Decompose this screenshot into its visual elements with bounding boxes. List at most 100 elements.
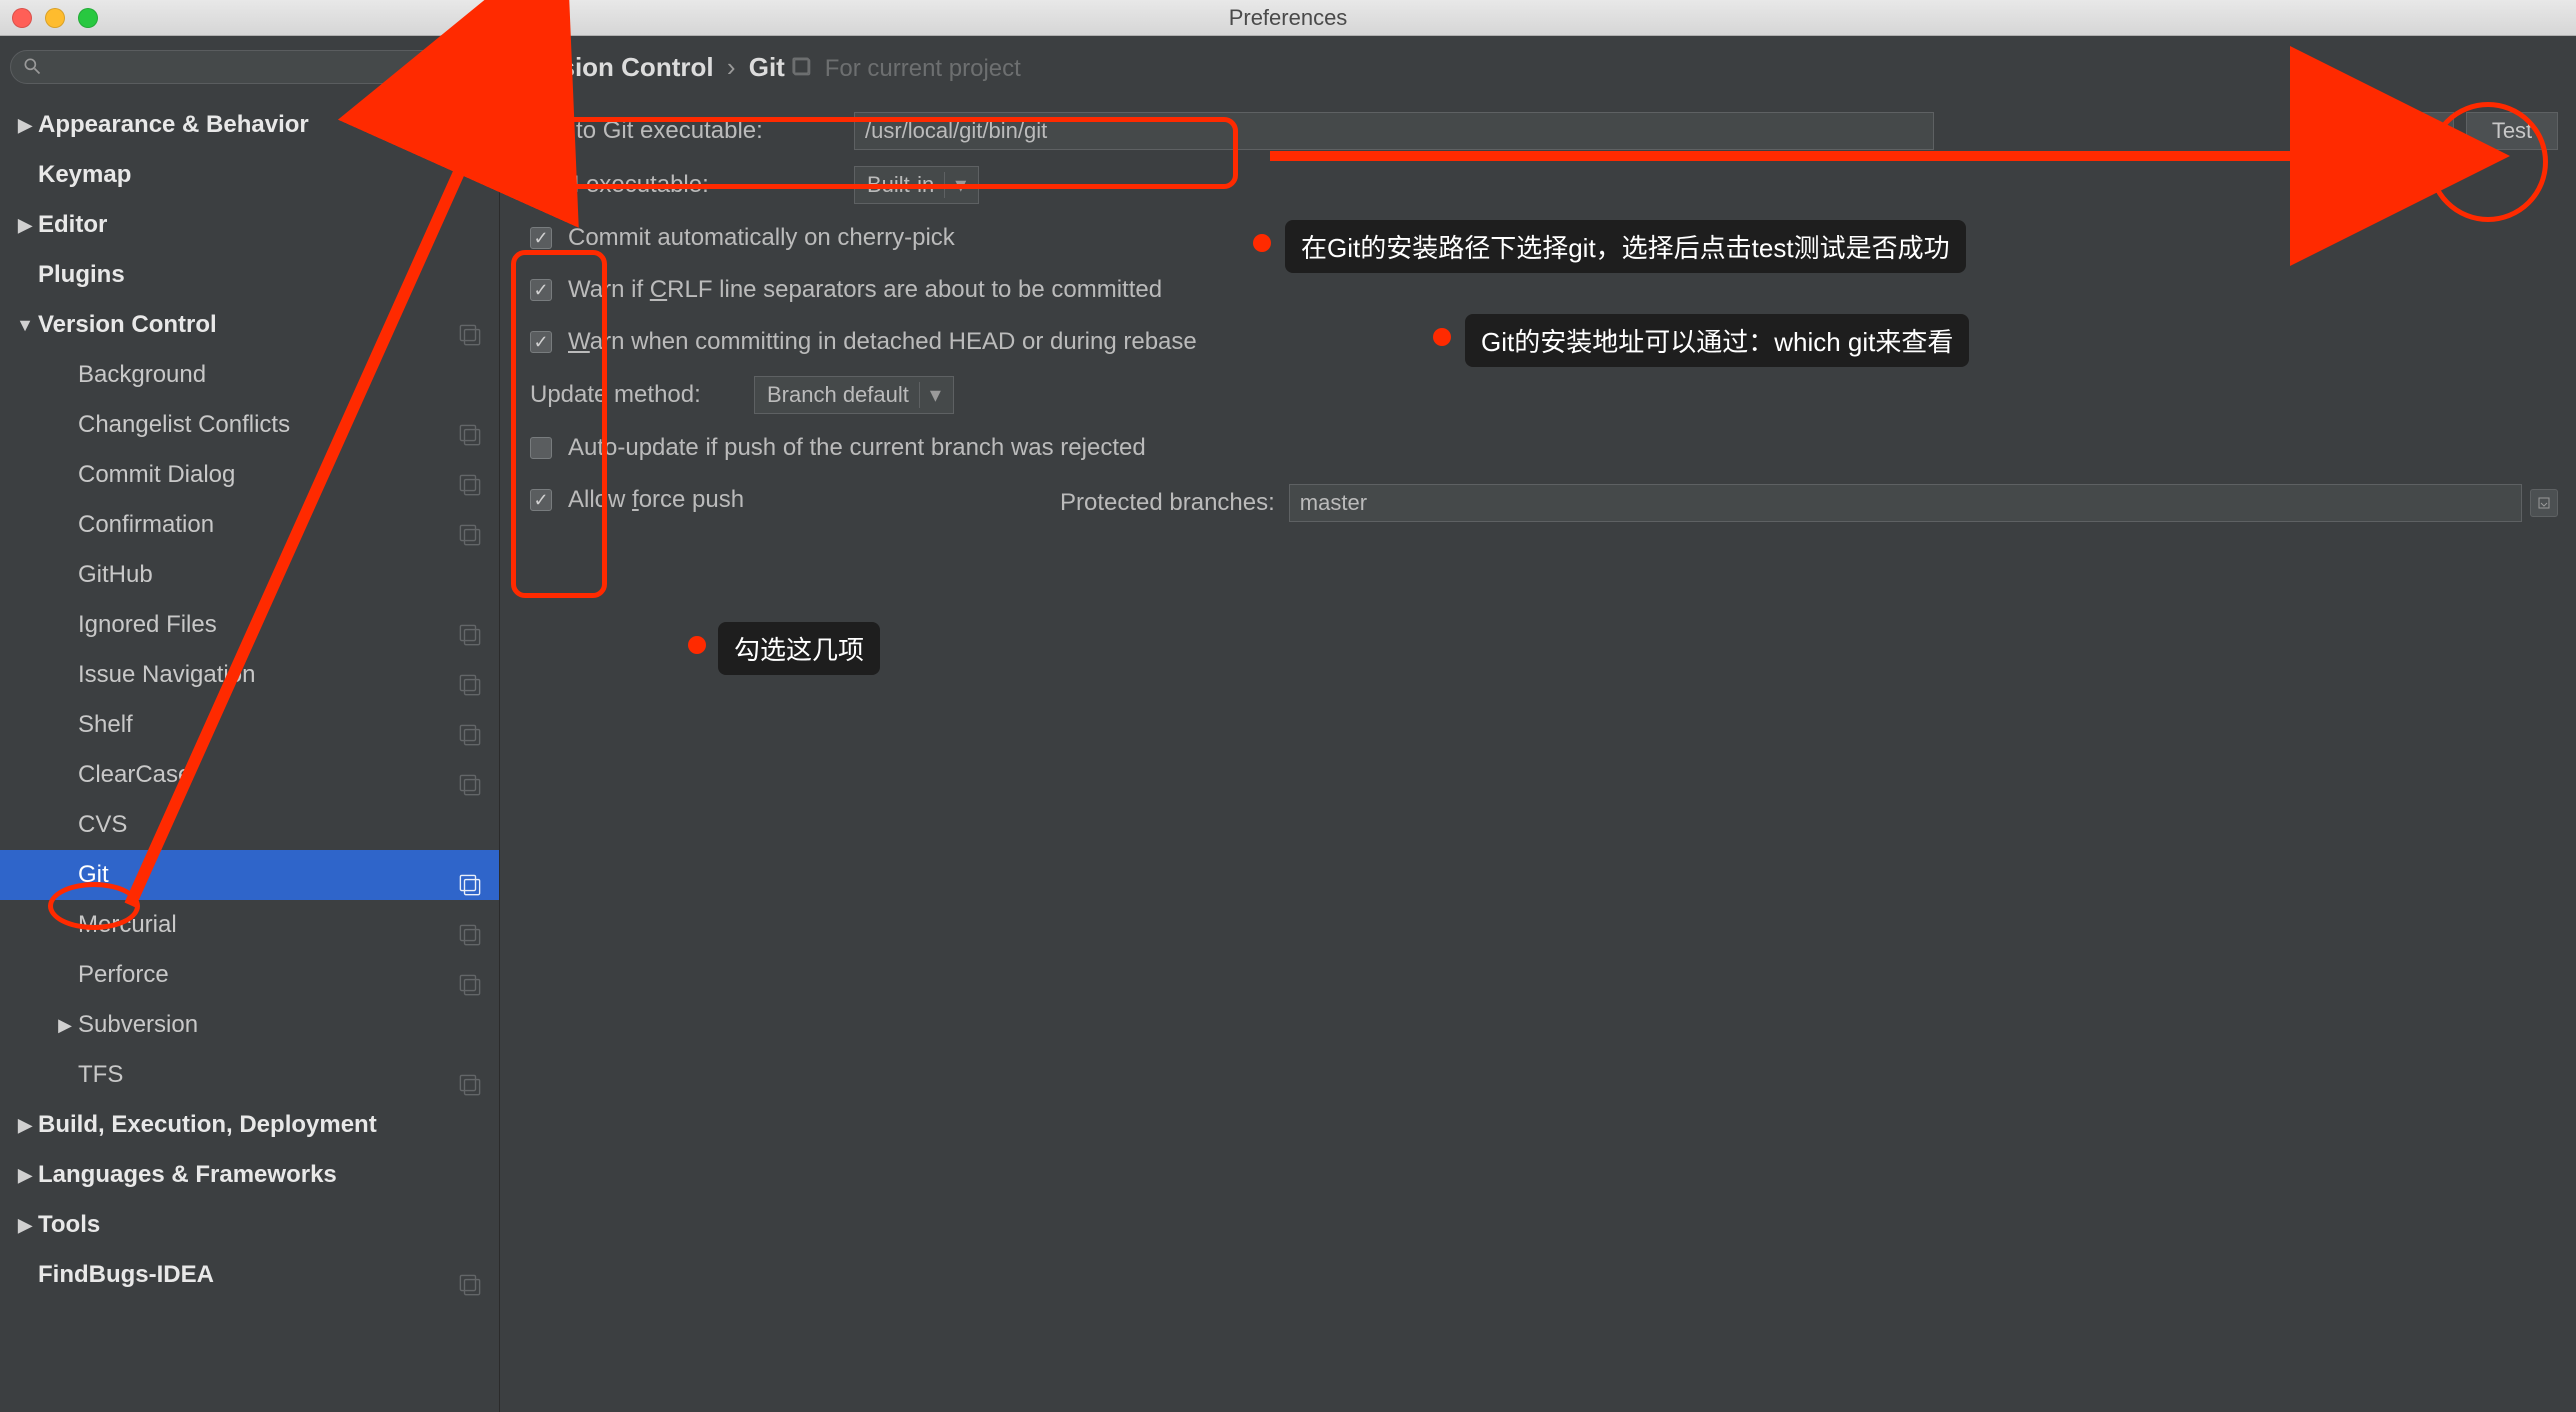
sidebar-item-version-control[interactable]: ▼Version Control [0, 300, 499, 350]
sidebar-item-label: Confirmation [78, 500, 214, 550]
checkbox-label: Warn when committing in detached HEAD or… [568, 328, 1197, 356]
ssh-label: SSH executable: [520, 171, 840, 199]
sidebar-item-label: Ignored Files [78, 600, 217, 650]
sidebar-item-cvs[interactable]: CVS [0, 800, 499, 850]
git-settings-form: Path to Git executable: ... Test SSH exe… [520, 104, 2558, 530]
expand-field-button[interactable] [2530, 489, 2558, 517]
sidebar-item-appearance-behavior[interactable]: ▶Appearance & Behavior [0, 100, 499, 150]
checkbox-row: Commit automatically on cherry-pick [520, 212, 2558, 264]
checkbox-label: Commit automatically on cherry-pick [568, 224, 955, 252]
checkbox[interactable] [530, 227, 552, 249]
checkbox[interactable] [530, 331, 552, 353]
sidebar-item-label: Mercurial [78, 900, 177, 950]
window-titlebar: Preferences [0, 0, 2576, 36]
sidebar-item-shelf[interactable]: Shelf [0, 700, 499, 750]
protected-branches-input[interactable] [1289, 484, 2522, 522]
project-scope-icon [459, 864, 481, 886]
update-method-value: Branch default [767, 382, 909, 408]
browse-button[interactable]: ... [2412, 112, 2454, 150]
chevron-down-icon: ▾ [919, 382, 945, 408]
sidebar-item-keymap[interactable]: Keymap [0, 150, 499, 200]
checkbox[interactable] [530, 489, 552, 511]
sidebar-item-findbugs-idea[interactable]: FindBugs-IDEA [0, 1250, 499, 1300]
sidebar-item-changelist-conflicts[interactable]: Changelist Conflicts [0, 400, 499, 450]
chevron-right-icon: ▶ [12, 100, 38, 150]
sidebar-item-build-execution-deployment[interactable]: ▶Build, Execution, Deployment [0, 1100, 499, 1150]
sidebar-item-editor[interactable]: ▶Editor [0, 200, 499, 250]
chevron-right-icon: ▶ [52, 1000, 78, 1050]
project-scope-icon [459, 1064, 481, 1086]
update-method-select[interactable]: Branch default ▾ [754, 376, 954, 414]
breadcrumb-scope: For current project [792, 55, 1021, 82]
checkbox-row: Warn if CRLF line separators are about t… [520, 264, 2558, 316]
project-scope-icon [459, 714, 481, 736]
sidebar-item-background[interactable]: Background [0, 350, 499, 400]
sidebar-item-label: CVS [78, 800, 127, 850]
chevron-right-icon: ▶ [12, 1150, 38, 1200]
breadcrumb-sep: › [721, 52, 742, 82]
sidebar-item-label: Languages & Frameworks [38, 1150, 337, 1200]
ssh-row: SSH executable: Built-in ▾ [520, 158, 2558, 212]
project-scope-icon [459, 1264, 481, 1286]
sidebar-item-github[interactable]: GitHub [0, 550, 499, 600]
window-title: Preferences [0, 5, 2576, 31]
test-button[interactable]: Test [2466, 112, 2558, 150]
sidebar-item-clearcase[interactable]: ClearCase [0, 750, 499, 800]
sidebar-item-label: Shelf [78, 700, 133, 750]
checkbox-label: Warn if CRLF line separators are about t… [568, 276, 1162, 304]
sidebar-item-perforce[interactable]: Perforce [0, 950, 499, 1000]
protected-branches-row: Protected branches: [1060, 476, 2558, 530]
sidebar-item-label: TFS [78, 1050, 123, 1100]
checkbox[interactable] [530, 437, 552, 459]
search-icon [22, 56, 42, 76]
path-label: Path to Git executable: [520, 117, 840, 145]
chevron-right-icon: ▶ [12, 1200, 38, 1250]
checkbox[interactable] [530, 279, 552, 301]
sidebar-item-git[interactable]: Git [0, 850, 499, 900]
project-scope-icon [792, 56, 812, 84]
sidebar-item-label: Appearance & Behavior [38, 100, 309, 150]
project-scope-icon [459, 764, 481, 786]
project-scope-icon [459, 614, 481, 636]
sidebar-item-issue-navigation[interactable]: Issue Navigation [0, 650, 499, 700]
chevron-down-icon: ▾ [944, 172, 970, 198]
checkbox-row: Auto-update if push of the current branc… [520, 422, 2558, 474]
sidebar-item-tools[interactable]: ▶Tools [0, 1200, 499, 1250]
project-scope-icon [459, 514, 481, 536]
sidebar-item-label: ClearCase [78, 750, 191, 800]
content-pane: Version Control › Git For current projec… [500, 36, 2576, 1412]
sidebar-item-label: FindBugs-IDEA [38, 1250, 214, 1300]
sidebar-item-label: Changelist Conflicts [78, 400, 290, 450]
breadcrumb-leaf: Git [749, 52, 785, 82]
search-input[interactable] [10, 50, 490, 84]
ssh-executable-select[interactable]: Built-in ▾ [854, 166, 979, 204]
chevron-right-icon: ▶ [12, 200, 38, 250]
checkbox-row: Warn when committing in detached HEAD or… [520, 316, 2558, 368]
git-path-input[interactable] [854, 112, 1934, 150]
sidebar-item-label: Plugins [38, 250, 125, 300]
sidebar-item-label: Commit Dialog [78, 450, 235, 500]
checkbox-label: Allow force push [568, 486, 744, 514]
sidebar-item-commit-dialog[interactable]: Commit Dialog [0, 450, 499, 500]
project-scope-icon [459, 414, 481, 436]
sidebar-item-languages-frameworks[interactable]: ▶Languages & Frameworks [0, 1150, 499, 1200]
sidebar-item-plugins[interactable]: Plugins [0, 250, 499, 300]
sidebar-item-label: Version Control [38, 300, 217, 350]
project-scope-icon [459, 314, 481, 336]
sidebar-item-label: Tools [38, 1200, 100, 1250]
sidebar-item-confirmation[interactable]: Confirmation [0, 500, 499, 550]
breadcrumb: Version Control › Git For current projec… [520, 46, 2558, 104]
sidebar-item-label: GitHub [78, 550, 153, 600]
sidebar-item-mercurial[interactable]: Mercurial [0, 900, 499, 950]
chevron-down-icon: ▼ [12, 300, 38, 350]
path-row: Path to Git executable: ... Test [520, 104, 2558, 158]
checkbox-label: Auto-update if push of the current branc… [568, 434, 1146, 462]
project-scope-icon [459, 464, 481, 486]
sidebar-item-subversion[interactable]: ▶Subversion [0, 1000, 499, 1050]
sidebar-item-label: Keymap [38, 150, 131, 200]
sidebar-item-label: Subversion [78, 1000, 198, 1050]
project-scope-icon [459, 664, 481, 686]
sidebar-item-ignored-files[interactable]: Ignored Files [0, 600, 499, 650]
sidebar-item-tfs[interactable]: TFS [0, 1050, 499, 1100]
sidebar-item-label: Background [78, 350, 206, 400]
